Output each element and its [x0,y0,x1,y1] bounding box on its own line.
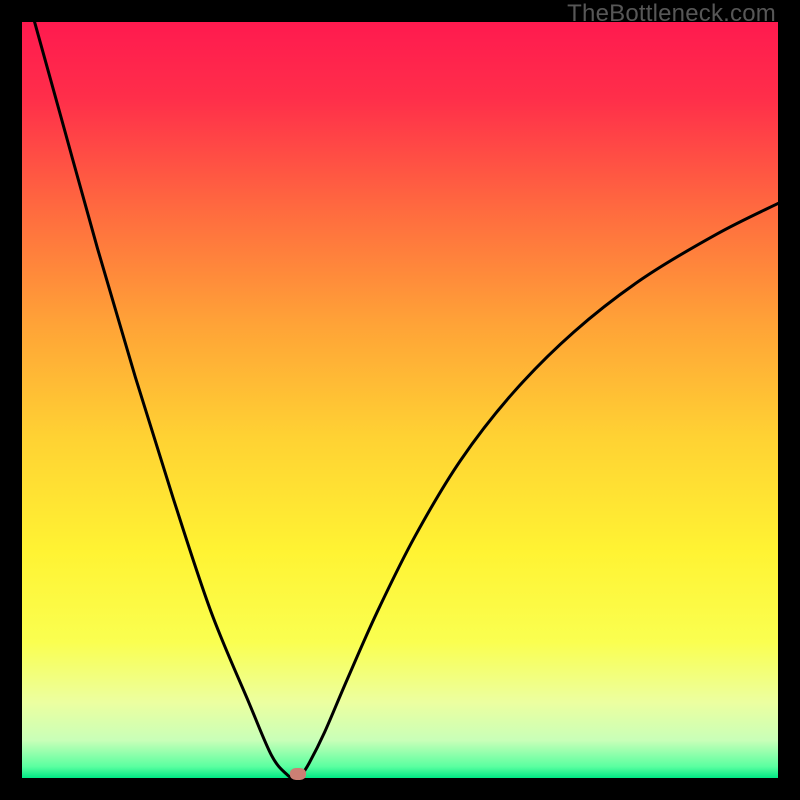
chart-frame [22,22,778,778]
bottleneck-curve [22,22,778,778]
bottleneck-curve-path [22,0,778,778]
optimal-point-marker [290,768,306,780]
